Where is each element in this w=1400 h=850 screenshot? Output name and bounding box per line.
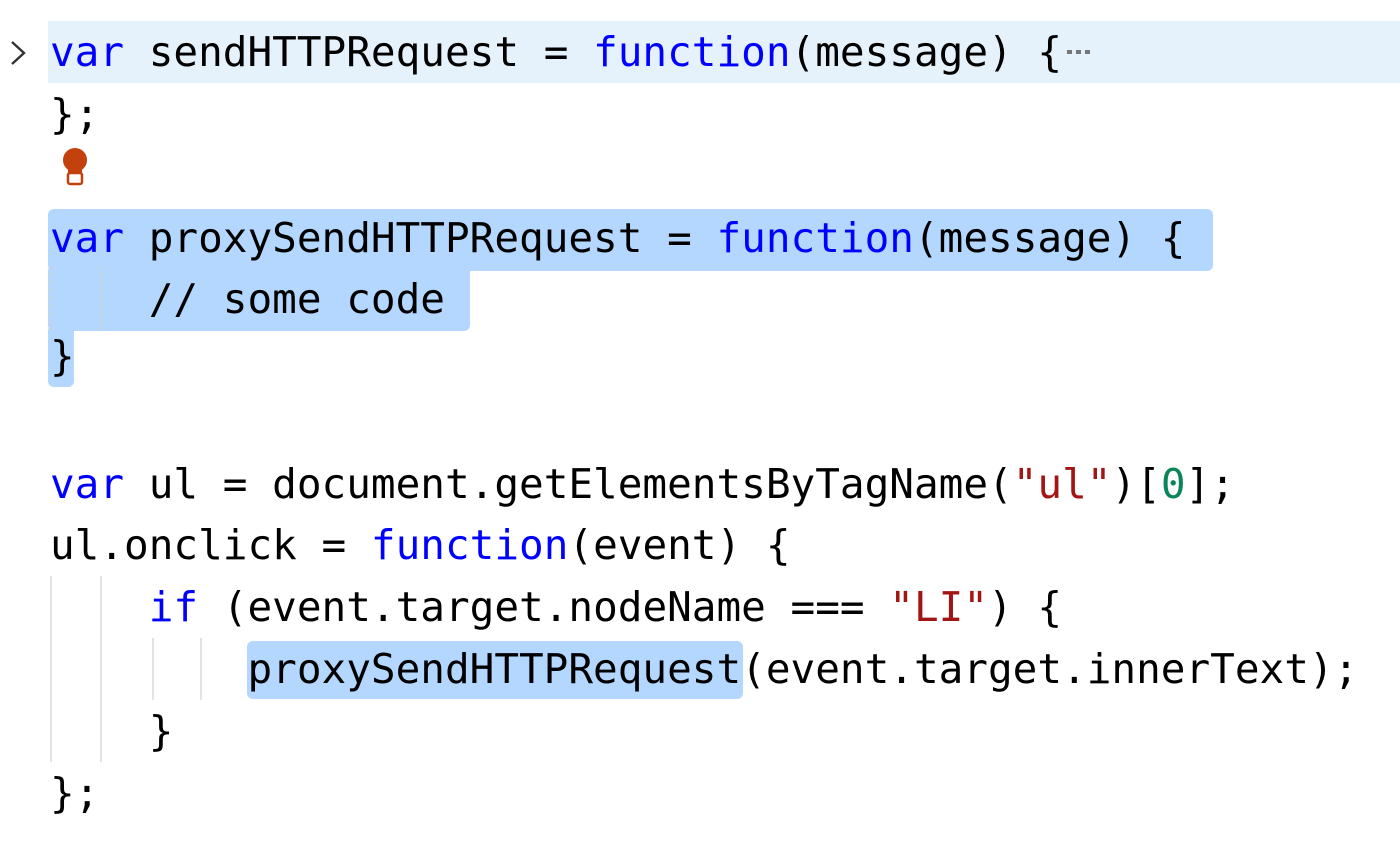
code-tokens: if (event.target.nodeName === "LI") { [50,583,1062,631]
lightbulb-icon[interactable] [58,146,92,186]
code-token: 0 [1160,460,1186,508]
code-tokens: proxySendHTTPRequest(event.target.innerT… [50,645,1358,693]
code-token: ul = document.getElementsByTagName( [124,460,1013,508]
code-token: }; [50,769,100,817]
code-tokens: ul.onclick = function(event) { [50,521,791,569]
code-line-2[interactable]: }; [50,83,99,145]
code-token: var [50,214,125,262]
code-token: if [148,583,199,631]
code-token: }; [50,90,100,138]
code-tokens: // some code [50,275,445,323]
code-line-11[interactable]: proxySendHTTPRequest(event.target.innerT… [50,638,1358,700]
code-token: var [50,28,125,76]
code-line-4[interactable]: var proxySendHTTPRequest = function(mess… [50,207,1186,269]
chevron-right-icon[interactable] [6,38,30,68]
code-token: function [716,214,914,262]
code-token: ]; [1185,460,1235,508]
code-token: )[ [1111,460,1161,508]
code-tokens: var proxySendHTTPRequest = function(mess… [50,214,1186,262]
code-token: (event.target.nodeName === [198,583,890,631]
code-token: function [370,521,569,569]
code-token: "ul" [1012,460,1112,508]
code-token: sendHTTPRequest = [124,28,594,76]
code-line-9[interactable]: ul.onclick = function(event) { [50,514,791,576]
code-token: (message) { [790,28,1063,76]
code-editor[interactable]: var sendHTTPRequest = function(message) … [0,0,1400,850]
code-line-6[interactable]: } [50,325,75,387]
code-token: ul.onclick = [50,521,371,569]
code-line-1[interactable]: var sendHTTPRequest = function(message) … [50,21,1092,83]
code-tokens: } [50,707,174,755]
code-token: (event) { [568,521,791,569]
code-line-8[interactable]: var ul = document.getElementsByTagName("… [50,453,1235,515]
code-token: var [50,460,125,508]
code-line-12[interactable]: } [50,700,174,762]
code-tokens: var sendHTTPRequest = function(message) … [50,28,1062,76]
code-tokens: } [50,332,75,380]
code-line-10[interactable]: if (event.target.nodeName === "LI") { [50,576,1062,638]
code-token: function [593,28,791,76]
code-token: } [50,707,174,755]
code-token: (message) { [913,214,1186,262]
code-token: ) { [988,583,1063,631]
code-token: } [50,332,75,380]
code-line-13[interactable]: }; [50,762,99,824]
code-token: proxySendHTTPRequest(event.target.innerT… [50,645,1359,693]
code-token: "LI" [889,583,989,631]
code-tokens: }; [50,90,99,138]
ellipsis-icon[interactable] [1066,47,1092,57]
code-tokens: var ul = document.getElementsByTagName("… [50,460,1235,508]
code-line-5[interactable]: // some code [50,268,445,330]
code-token: // some code [50,275,445,323]
code-tokens: }; [50,769,99,817]
code-token: proxySendHTTPRequest = [124,214,717,262]
